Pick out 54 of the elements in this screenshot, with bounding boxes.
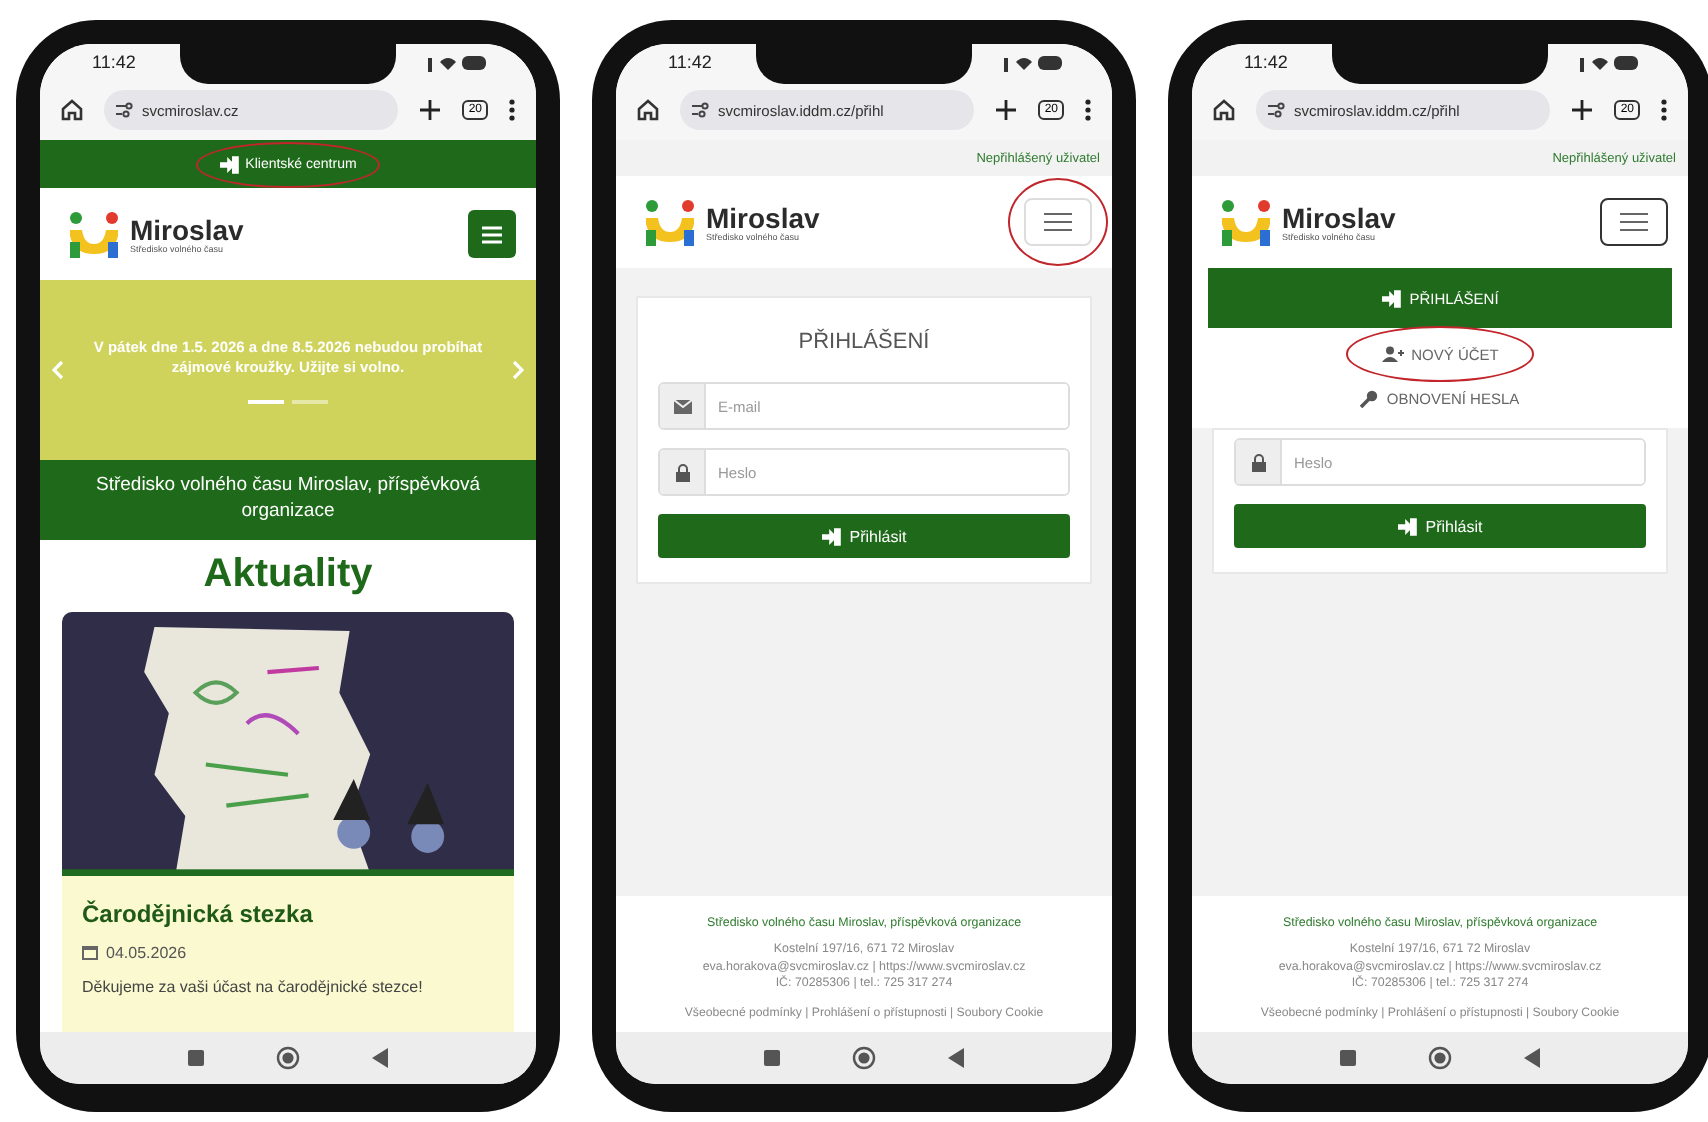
- sign-in-icon: [821, 527, 842, 545]
- home-button-icon[interactable]: [1428, 1046, 1452, 1070]
- status-icons: [1580, 53, 1640, 71]
- article-title[interactable]: Čarodějnická stezka: [82, 899, 494, 928]
- back-icon[interactable]: [948, 1048, 964, 1068]
- login-title: PŘIHLÁŠENÍ: [796, 330, 932, 354]
- new-tab-icon[interactable]: [994, 98, 1019, 122]
- back-icon[interactable]: [372, 1048, 388, 1068]
- logo-icon: [1220, 198, 1272, 246]
- new-tab-icon[interactable]: [1570, 98, 1595, 122]
- logo-icon: [644, 198, 696, 246]
- lock-icon: [675, 463, 689, 481]
- sign-in-icon: [1381, 289, 1402, 307]
- logo-title: Miroslav: [706, 203, 820, 231]
- status-icons: [1004, 53, 1064, 71]
- new-tab-icon[interactable]: [418, 98, 443, 122]
- article-excerpt: Děkujeme za vaši účast na čarodějnické stezce!: [82, 977, 425, 996]
- logo-icon: [68, 210, 120, 258]
- sign-in-button[interactable]: Přihlásit: [1234, 504, 1646, 548]
- site-settings-icon: [692, 102, 710, 118]
- more-icon[interactable]: [508, 98, 516, 122]
- menu-icon: [1620, 212, 1648, 232]
- more-icon[interactable]: [1084, 98, 1092, 122]
- key-icon: [1360, 389, 1379, 407]
- calendar-icon: [82, 944, 98, 961]
- article-date: 04.05.2026: [106, 943, 187, 962]
- user-add-icon: [1381, 346, 1404, 362]
- more-icon[interactable]: [1660, 98, 1668, 122]
- home-button-icon[interactable]: [852, 1046, 876, 1070]
- status-icons: [428, 53, 488, 71]
- menu-icon: [1044, 212, 1072, 232]
- sign-in-button[interactable]: Přihlásit: [658, 514, 1070, 558]
- logo-title: Miroslav: [130, 215, 244, 243]
- section-title: Aktuality: [203, 551, 373, 598]
- status-time: 11:42: [668, 52, 712, 72]
- lock-icon: [1251, 453, 1265, 471]
- article-card[interactable]: Čarodějnická stezka 04.05.2026 Děkujeme za vaši účast na čarodějnické stezce!: [62, 611, 514, 1032]
- menu-button[interactable]: [468, 210, 516, 258]
- logo-title: Miroslav: [1282, 203, 1396, 231]
- organization-title: Středisko volného času Miroslav, příspěvková organizace: [95, 474, 481, 522]
- back-icon[interactable]: [1524, 1048, 1540, 1068]
- home-button-icon[interactable]: [276, 1046, 300, 1070]
- menu-button[interactable]: [1600, 198, 1668, 246]
- sign-in-icon: [219, 155, 240, 173]
- status-time: 11:42: [1244, 52, 1288, 72]
- site-settings-icon: [1268, 102, 1286, 118]
- status-time: 11:42: [92, 52, 136, 72]
- envelope-icon: [673, 399, 691, 413]
- home-icon[interactable]: [636, 98, 660, 122]
- site-settings-icon: [116, 102, 134, 118]
- menu-icon: [482, 225, 502, 243]
- home-icon[interactable]: [60, 98, 84, 122]
- home-icon[interactable]: [1212, 98, 1236, 122]
- sign-in-icon: [1397, 517, 1418, 535]
